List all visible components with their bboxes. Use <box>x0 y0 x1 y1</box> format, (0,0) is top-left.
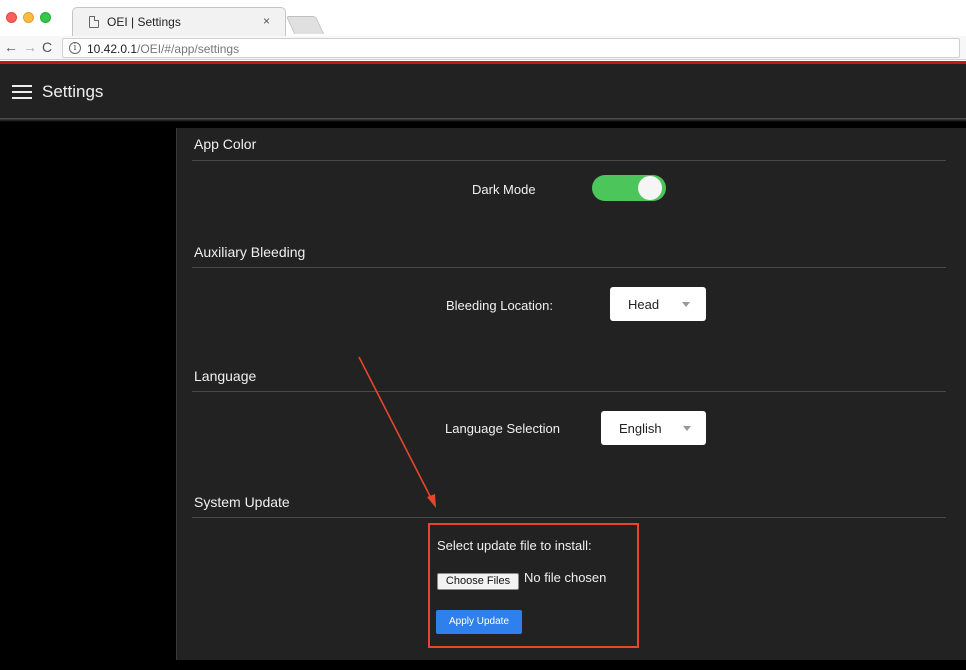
bleeding-location-select[interactable]: Head <box>610 287 706 321</box>
file-status-text: No file chosen <box>524 570 607 585</box>
language-value: English <box>619 421 662 436</box>
section-title-auxiliary-bleeding: Auxiliary Bleeding <box>194 244 306 260</box>
apply-update-button[interactable]: Apply Update <box>436 610 522 634</box>
toggle-knob <box>638 176 662 200</box>
caret-down-icon <box>682 302 690 307</box>
url-host: 10.42.0.1 <box>87 42 138 56</box>
section-title-language: Language <box>194 368 257 384</box>
choose-files-button[interactable]: Choose Files <box>437 573 519 590</box>
section-divider <box>192 391 946 392</box>
window-close-button[interactable] <box>6 12 17 23</box>
section-title-app-color: App Color <box>194 136 257 152</box>
address-bar[interactable]: i 10.42.0.1/OEI/#/app/settings <box>62 38 960 58</box>
section-divider <box>192 160 946 161</box>
window-minimize-button[interactable] <box>23 12 34 23</box>
section-title-system-update: System Update <box>194 494 290 510</box>
forward-arrow-icon[interactable]: → <box>23 39 37 55</box>
browser-toolbar: ← → C i 10.42.0.1/OEI/#/app/settings <box>0 36 966 60</box>
new-tab-button[interactable] <box>285 16 325 34</box>
back-arrow-icon[interactable]: ← <box>4 39 18 55</box>
section-divider <box>192 267 946 268</box>
bleeding-location-value: Head <box>628 297 660 312</box>
language-selection-label: Language Selection <box>445 421 560 436</box>
page-title: Settings <box>42 82 104 101</box>
app-header: Settings <box>0 64 966 118</box>
tab-close-icon[interactable]: × <box>263 14 270 28</box>
page-icon <box>89 16 99 28</box>
url-text[interactable]: 10.42.0.1/OEI/#/app/settings <box>87 42 239 56</box>
hamburger-menu-icon[interactable] <box>12 85 32 99</box>
dark-mode-toggle[interactable] <box>592 175 666 201</box>
reload-icon[interactable]: C <box>42 39 52 55</box>
url-path: /OEI/#/app/settings <box>137 42 240 56</box>
browser-tab-active[interactable]: OEI | Settings × <box>72 7 286 36</box>
tab-title: OEI | Settings <box>107 15 181 29</box>
section-divider <box>192 517 946 518</box>
browser-tabstrip: OEI | Settings × <box>0 0 966 36</box>
caret-down-icon <box>683 426 691 431</box>
bleeding-location-label: Bleeding Location: <box>446 298 553 313</box>
language-select[interactable]: English <box>601 411 706 445</box>
dark-mode-label: Dark Mode <box>472 182 536 197</box>
update-file-label: Select update file to install: <box>437 538 592 553</box>
window-zoom-button[interactable] <box>40 12 51 23</box>
info-icon[interactable]: i <box>69 42 81 54</box>
